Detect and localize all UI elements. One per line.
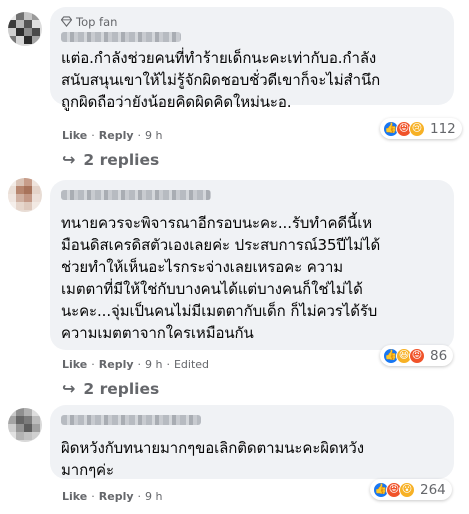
reaction-summary[interactable]: 👍 😆 😡 86 — [380, 345, 454, 366]
comment-bubble: ผิดหวังกับทนายมากๆขอเลิกติดตามนะคะผิดหวั… — [50, 405, 454, 479]
separator-dot: · — [137, 129, 142, 142]
reply-link[interactable]: Reply — [99, 490, 134, 503]
reply-link[interactable]: Reply — [99, 358, 134, 371]
separator-dot: · — [91, 490, 95, 503]
timestamp[interactable]: 9 h — [145, 129, 162, 142]
separator-dot: · — [91, 129, 95, 142]
like-link[interactable]: Like — [62, 490, 87, 503]
separator-dot: · — [137, 490, 142, 503]
comment-text: ผิดหวังกับทนายมากๆขอเลิกติดตามนะคะผิดหวั… — [61, 439, 364, 479]
badge-label: Top fan — [76, 14, 118, 29]
reaction-count: 264 — [420, 481, 446, 498]
sad-reaction-icon: 😢 — [409, 120, 425, 137]
edited-label[interactable]: Edited — [174, 358, 209, 371]
commenter-name[interactable] — [61, 32, 181, 42]
comment-actions: Like · Reply · 9 h — [62, 129, 162, 142]
reply-arrow-icon: ↪ — [62, 379, 76, 398]
separator-dot: · — [166, 358, 170, 371]
reaction-count: 112 — [430, 120, 456, 137]
view-replies-button[interactable]: ↪ 2 replies — [62, 379, 159, 398]
comment-bubble: Top fan แต่อ.กำลังช่วยคนที่ทำร้ายเด็กนะค… — [50, 7, 454, 111]
separator-dot: · — [91, 358, 95, 371]
comment-text: แต่อ.กำลังช่วยคนที่ทำร้ายเด็กนะคะเท่ากับ… — [61, 49, 381, 111]
avatar[interactable] — [8, 12, 42, 46]
reaction-summary[interactable]: 👍 😡 😢 112 — [380, 118, 462, 139]
comment-text: ทนายควรจะพิจารณาอีกรอบนะคะ...รับทำคดีนี้… — [61, 214, 381, 342]
replies-label: 2 replies — [83, 379, 160, 398]
comment-actions: Like · Reply · 9 h · Edited — [62, 358, 209, 371]
commenter-name[interactable] — [61, 415, 201, 425]
wow-reaction-icon: 😮 — [399, 481, 415, 498]
like-link[interactable]: Like — [62, 129, 87, 142]
reply-arrow-icon: ↪ — [62, 150, 76, 169]
timestamp[interactable]: 9 h — [145, 490, 162, 503]
reply-link[interactable]: Reply — [99, 129, 134, 142]
comment-bubble: ทนายควรจะพิจารณาอีกรอบนะคะ...รับทำคดีนี้… — [50, 180, 454, 350]
diamond-icon — [61, 16, 72, 27]
separator-dot: · — [137, 358, 142, 371]
replies-label: 2 replies — [83, 150, 160, 169]
avatar[interactable] — [8, 178, 42, 212]
angry-reaction-icon: 😡 — [409, 347, 425, 364]
reaction-summary[interactable]: 👍 😡 😮 264 — [370, 479, 452, 500]
avatar[interactable] — [8, 408, 42, 442]
like-link[interactable]: Like — [62, 358, 87, 371]
timestamp[interactable]: 9 h — [145, 358, 162, 371]
commenter-name[interactable] — [61, 190, 211, 200]
top-fan-badge: Top fan — [61, 14, 443, 29]
reaction-count: 86 — [430, 347, 448, 364]
view-replies-button[interactable]: ↪ 2 replies — [62, 150, 159, 169]
comment-actions: Like · Reply · 9 h — [62, 490, 162, 503]
